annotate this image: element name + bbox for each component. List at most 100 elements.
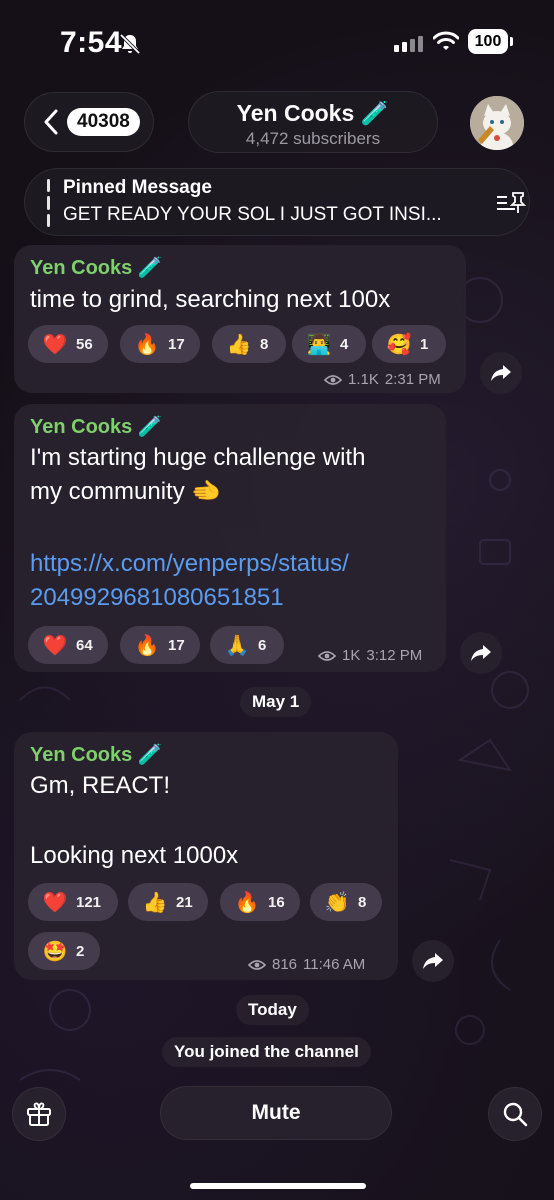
share-arrow-icon xyxy=(491,365,511,381)
reaction-count: 16 xyxy=(268,893,285,911)
reaction-chip[interactable]: ❤️ 64 xyxy=(28,626,108,664)
reaction-chip[interactable]: 🤩 2 xyxy=(28,932,100,970)
reaction-chip[interactable]: 🔥 17 xyxy=(120,626,200,664)
reaction-count: 4 xyxy=(340,335,349,353)
channel-title-button[interactable]: Yen Cooks 🧪 4,472 subscribers xyxy=(188,91,438,153)
reaction-count: 121 xyxy=(76,893,102,911)
view-count: 1.1K xyxy=(348,371,379,388)
eye-icon xyxy=(318,650,336,661)
reaction-chip[interactable]: 🙏 6 xyxy=(210,626,284,664)
message-line: Looking next 1000x xyxy=(30,842,239,869)
message-bubble[interactable]: Yen Cooks 🧪 time to grind, searching nex… xyxy=(14,245,466,393)
message-text: I'm starting huge challenge with my comm… xyxy=(30,441,365,615)
link-line: https://x.com/yenperps/status/ xyxy=(30,550,349,577)
message-line: Gm, REACT! xyxy=(30,772,171,799)
reaction-chip[interactable]: 👍 8 xyxy=(212,325,286,363)
reaction-emoji: 🙏 xyxy=(224,634,250,657)
reaction-chip[interactable]: ❤️ 121 xyxy=(28,883,118,921)
message-text: time to grind, searching next 100x xyxy=(30,283,390,317)
reaction-count: 21 xyxy=(176,893,193,911)
pinned-message-bar[interactable]: Pinned Message GET READY YOUR SOL I JUST… xyxy=(24,168,530,236)
date-separator: May 1 xyxy=(240,687,312,717)
reaction-count: 8 xyxy=(260,335,269,353)
message-sender: Yen Cooks 🧪 xyxy=(30,744,163,766)
reaction-chip[interactable]: 👍 21 xyxy=(128,883,208,921)
eye-icon xyxy=(324,374,342,385)
back-button[interactable]: 40308 xyxy=(24,92,154,152)
pinned-indicator xyxy=(47,179,50,227)
reaction-count: 17 xyxy=(168,335,185,353)
reaction-emoji: 🔥 xyxy=(234,891,260,914)
subscriber-count: 4,472 subscribers xyxy=(245,129,381,148)
message-meta: 1K 3:12 PM xyxy=(318,647,422,664)
pinned-text: GET READY YOUR SOL I JUST GOT INSI... xyxy=(63,204,442,225)
pin-list-icon[interactable] xyxy=(495,189,527,217)
share-button[interactable] xyxy=(460,632,502,674)
share-button[interactable] xyxy=(480,352,522,394)
bell-slash-icon xyxy=(119,33,141,55)
reaction-emoji: ❤️ xyxy=(42,333,68,356)
cat-avatar-icon xyxy=(470,96,524,150)
reaction-chip[interactable]: 🥰 1 xyxy=(372,325,446,363)
channel-name-text: Yen Cooks xyxy=(236,100,355,126)
status-bar: 7:54 100 xyxy=(0,0,554,84)
reaction-count: 1 xyxy=(420,335,429,353)
unread-count-badge: 40308 xyxy=(67,108,140,136)
reaction-chip[interactable]: 🔥 16 xyxy=(220,883,300,921)
message-meta: 816 11:46 AM xyxy=(248,956,365,973)
pinned-label: Pinned Message xyxy=(63,177,212,198)
message-line: time to grind, searching next 100x xyxy=(30,286,391,313)
reaction-chip[interactable]: 👨‍💻 4 xyxy=(292,325,366,363)
reaction-emoji: 👨‍💻 xyxy=(306,333,332,356)
share-arrow-icon xyxy=(471,645,491,661)
message-bubble[interactable]: Yen Cooks 🧪 I'm starting huge challenge … xyxy=(14,404,446,672)
channel-name: Yen Cooks 🧪 xyxy=(189,100,437,127)
channel-avatar[interactable] xyxy=(470,96,524,150)
message-time: 2:31 PM xyxy=(384,371,441,388)
message-sender: Yen Cooks 🧪 xyxy=(30,416,163,438)
eye-icon xyxy=(248,959,266,970)
link-line: 2049929681080651851 xyxy=(30,584,284,611)
message-sender: Yen Cooks 🧪 xyxy=(30,257,163,279)
cell-signal-icon xyxy=(394,36,423,52)
reaction-emoji: ❤️ xyxy=(42,634,68,657)
reaction-emoji: 🤩 xyxy=(42,940,68,963)
reaction-emoji: 👍 xyxy=(142,891,168,914)
reaction-emoji: ❤️ xyxy=(42,891,68,914)
reaction-count: 64 xyxy=(76,636,93,654)
message-line: I'm starting huge challenge with xyxy=(30,444,366,471)
date-separator: Today xyxy=(236,995,309,1025)
service-message: You joined the channel xyxy=(162,1037,371,1067)
mute-button[interactable]: Mute xyxy=(160,1086,392,1140)
reaction-count: 6 xyxy=(258,636,267,654)
reaction-count: 56 xyxy=(76,335,93,353)
reaction-chip[interactable]: 👏 8 xyxy=(310,883,382,921)
reaction-count: 17 xyxy=(168,636,185,654)
message-meta: 1.1K 2:31 PM xyxy=(324,371,441,388)
status-time: 7:54 xyxy=(60,26,123,59)
reaction-emoji: 🔥 xyxy=(134,333,160,356)
reaction-emoji: 👏 xyxy=(324,891,350,914)
gift-button[interactable] xyxy=(12,1087,66,1141)
reaction-chip[interactable]: ❤️ 56 xyxy=(28,325,108,363)
message-bubble[interactable]: Yen Cooks 🧪 Gm, REACT! Looking next 1000… xyxy=(14,732,398,980)
battery-tip xyxy=(510,37,513,46)
battery-indicator: 100 xyxy=(468,29,508,54)
share-button[interactable] xyxy=(412,940,454,982)
message-line: my community 🫲 xyxy=(30,478,222,505)
message-time: 11:46 AM xyxy=(303,956,366,973)
search-icon xyxy=(503,1102,528,1127)
wifi-icon xyxy=(433,31,459,50)
reaction-count: 8 xyxy=(358,893,367,911)
message-time: 3:12 PM xyxy=(366,647,423,664)
search-button[interactable] xyxy=(488,1087,542,1141)
message-link[interactable]: https://x.com/yenperps/status/ 204992968… xyxy=(30,547,365,615)
reaction-emoji: 🥰 xyxy=(386,333,412,356)
reaction-emoji: 👍 xyxy=(226,333,252,356)
reaction-emoji: 🔥 xyxy=(134,634,160,657)
view-count: 1K xyxy=(342,647,361,664)
reaction-chip[interactable]: 🔥 17 xyxy=(120,325,200,363)
gift-icon xyxy=(27,1102,51,1126)
channel-emoji: 🧪 xyxy=(360,100,390,126)
home-indicator[interactable] xyxy=(190,1183,366,1189)
